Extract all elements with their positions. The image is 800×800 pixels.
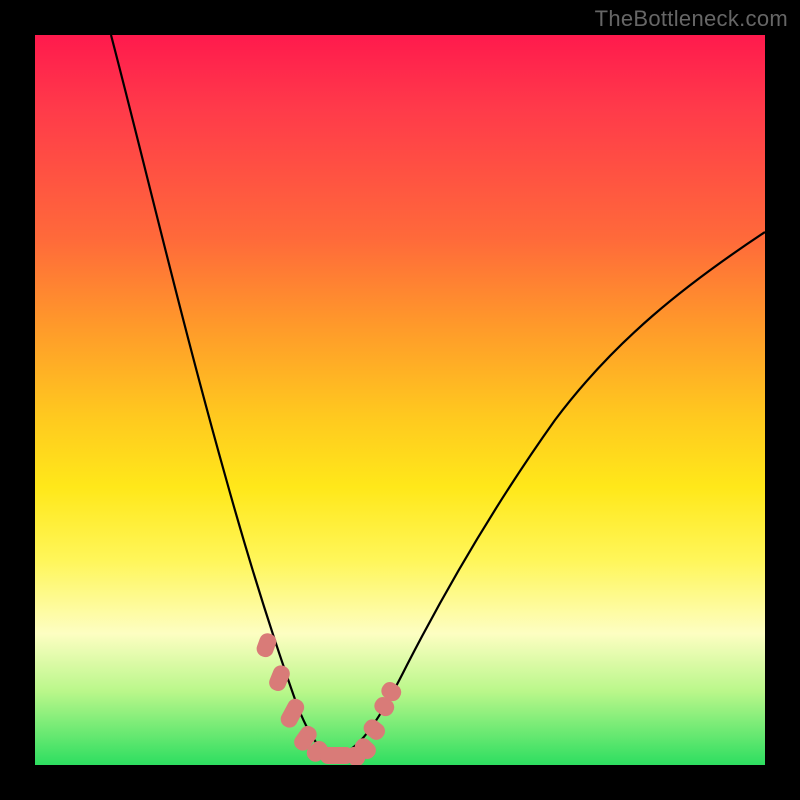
watermark-text: TheBottleneck.com (595, 6, 788, 32)
markers-left (254, 631, 354, 765)
markers-right (342, 679, 404, 765)
curve-left (111, 35, 340, 756)
curve-right (335, 232, 765, 756)
chart-svg (35, 35, 765, 765)
plot-area (35, 35, 765, 765)
outer-frame: TheBottleneck.com (0, 0, 800, 800)
